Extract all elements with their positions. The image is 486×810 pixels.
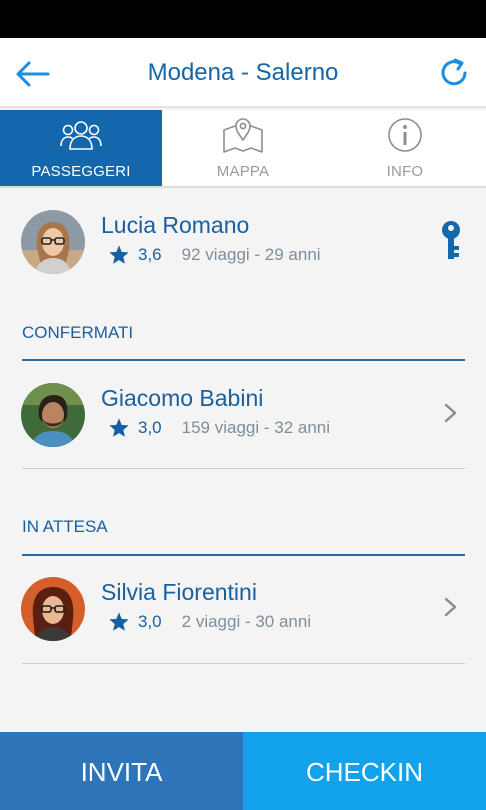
avatar bbox=[21, 210, 85, 274]
passenger-list: Lucia Romano 3,6 92 viaggi - 29 anni CON… bbox=[0, 190, 486, 732]
person-meta: 3,0 2 viaggi - 30 anni bbox=[108, 610, 311, 634]
chevron-right-icon bbox=[444, 597, 457, 617]
tab-map[interactable]: MAPPA bbox=[162, 110, 324, 186]
person-name: Giacomo Babini bbox=[101, 385, 264, 411]
trips-age: 92 viaggi - 29 anni bbox=[181, 245, 321, 264]
trips-age: 159 viaggi - 32 anni bbox=[181, 418, 331, 437]
arrow-left-icon bbox=[16, 61, 50, 87]
avatar bbox=[21, 383, 85, 447]
star-icon bbox=[109, 418, 129, 437]
section-title-pending: IN ATTESA bbox=[22, 517, 108, 536]
refresh-button[interactable] bbox=[436, 55, 472, 91]
checkin-button[interactable]: CHECKIN bbox=[243, 732, 486, 810]
app-header: Modena - Salerno bbox=[0, 38, 486, 108]
key-icon bbox=[442, 221, 460, 259]
tab-info[interactable]: INFO bbox=[324, 110, 486, 186]
section-title-confirmed: CONFERMATI bbox=[22, 323, 134, 342]
tab-info-label: INFO bbox=[386, 163, 424, 180]
bottom-action-bar: INVITA CHECKIN bbox=[0, 732, 486, 810]
passenger-row[interactable]: Silvia Fiorentini 3,0 2 viaggi - 30 anni bbox=[0, 557, 486, 647]
invite-button[interactable]: INVITA bbox=[0, 732, 243, 810]
back-button[interactable] bbox=[14, 57, 54, 91]
star-icon bbox=[109, 245, 129, 264]
divider bbox=[22, 554, 465, 556]
tab-map-label: MAPPA bbox=[216, 163, 270, 180]
tab-passengers-label: PASSEGGERI bbox=[31, 163, 131, 180]
chevron-right-icon bbox=[444, 403, 457, 423]
star-icon bbox=[109, 612, 129, 631]
passenger-row[interactable]: Giacomo Babini 3,0 159 viaggi - 32 anni bbox=[0, 363, 486, 453]
people-icon bbox=[60, 121, 102, 150]
avatar bbox=[21, 577, 85, 641]
refresh-icon bbox=[441, 58, 467, 86]
person-meta: 3,0 159 viaggi - 32 anni bbox=[108, 416, 330, 440]
person-meta: 3,6 92 viaggi - 29 anni bbox=[108, 243, 321, 267]
divider bbox=[22, 359, 465, 361]
divider bbox=[22, 663, 465, 664]
divider bbox=[22, 468, 465, 469]
driver-row[interactable]: Lucia Romano 3,6 92 viaggi - 29 anni bbox=[0, 190, 486, 280]
rating: 3,6 bbox=[138, 245, 162, 264]
status-bar bbox=[0, 0, 486, 38]
rating: 3,0 bbox=[138, 418, 162, 437]
person-name: Silvia Fiorentini bbox=[101, 579, 257, 605]
tab-passengers[interactable]: PASSEGGERI bbox=[0, 110, 162, 186]
trips-age: 2 viaggi - 30 anni bbox=[181, 612, 312, 631]
info-icon bbox=[388, 118, 422, 152]
rating: 3,0 bbox=[138, 612, 162, 631]
tab-bar: PASSEGGERI MAPPA INFO bbox=[0, 110, 486, 188]
person-name: Lucia Romano bbox=[101, 212, 250, 238]
map-pin-icon bbox=[223, 118, 263, 153]
page-title: Modena - Salerno bbox=[147, 59, 339, 86]
